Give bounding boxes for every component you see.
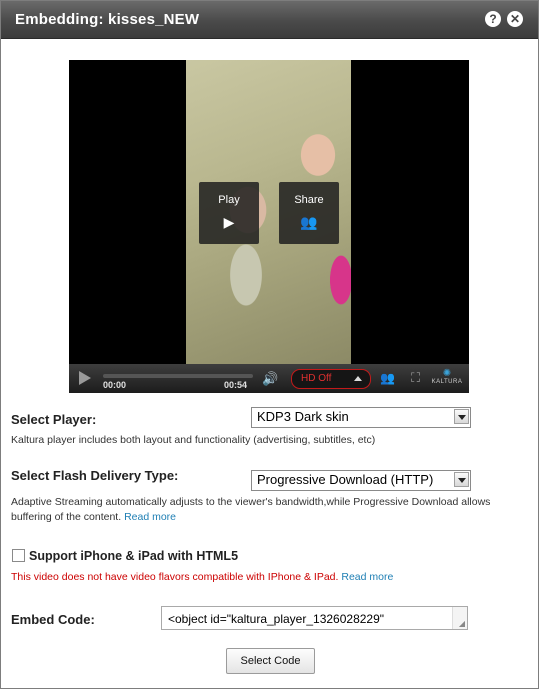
time-current: 00:00 <box>103 380 127 390</box>
chevron-down-icon <box>454 409 469 424</box>
overlay-play-label: Play <box>218 194 240 206</box>
hd-toggle[interactable]: HD Off <box>291 369 371 389</box>
overlay-share-button[interactable]: Share 👥 <box>279 182 339 244</box>
flash-delivery-value: Progressive Download (HTTP) <box>257 472 434 487</box>
html5-warning-text: This video does not have video flavors c… <box>11 571 339 583</box>
kaltura-logo[interactable]: ✺ KALTURA <box>429 368 465 390</box>
chevron-down-icon <box>454 472 469 487</box>
html5-support-label[interactable]: Support iPhone & iPad with HTML5 <box>29 549 238 563</box>
share-icon[interactable]: 👥 <box>380 371 395 385</box>
play-icon[interactable] <box>79 371 91 385</box>
overlay-play-button[interactable]: Play ▶ <box>199 182 259 244</box>
select-player-value: KDP3 Dark skin <box>257 409 349 424</box>
scrubber[interactable] <box>103 374 253 378</box>
embed-code-textarea[interactable]: <object id="kaltura_player_1326028229" ◢ <box>161 606 468 630</box>
dialog-title: Embedding: kisses_NEW <box>15 11 200 28</box>
flash-delivery-read-more-link[interactable]: Read more <box>124 511 176 523</box>
flash-delivery-description-text: Adaptive Streaming automatically adjusts… <box>11 496 491 523</box>
flash-delivery-dropdown[interactable]: Progressive Download (HTTP) <box>251 470 471 491</box>
html5-warning: This video does not have video flavors c… <box>11 571 393 583</box>
flash-delivery-description: Adaptive Streaming automatically adjusts… <box>11 495 531 525</box>
play-icon: ▶ <box>223 214 235 230</box>
select-code-button[interactable]: Select Code <box>226 648 315 674</box>
kaltura-logo-text: KALTURA <box>431 379 463 385</box>
video-player: Play ▶ Share 👥 00:00 00:54 🔊 HD Off 👥 ⛶ … <box>69 60 469 393</box>
html5-read-more-link[interactable]: Read more <box>341 571 393 583</box>
volume-icon[interactable]: 🔊 <box>262 371 278 387</box>
embed-code-label: Embed Code: <box>11 612 95 627</box>
overlay-share-label: Share <box>294 194 324 206</box>
hd-label: HD Off <box>301 373 332 384</box>
html5-support-checkbox[interactable] <box>12 549 25 562</box>
help-icon[interactable]: ? <box>485 11 501 27</box>
flash-delivery-label: Select Flash Delivery Type: <box>11 468 179 483</box>
select-player-dropdown[interactable]: KDP3 Dark skin <box>251 407 471 428</box>
embed-dialog: Embedding: kisses_NEW ? ✕ Play ▶ Share 👥… <box>0 0 539 689</box>
time-total: 00:54 <box>224 380 248 390</box>
close-icon[interactable]: ✕ <box>507 11 523 27</box>
player-controls: 00:00 00:54 🔊 HD Off 👥 ⛶ ✺ KALTURA <box>69 364 469 393</box>
resize-grip-icon[interactable]: ◢ <box>459 620 465 628</box>
select-player-description: Kaltura player includes both layout and … <box>11 434 376 446</box>
embed-code-value: <object id="kaltura_player_1326028229" <box>168 612 385 626</box>
kaltura-logo-icon: ✺ <box>442 368 452 379</box>
dialog-titlebar: Embedding: kisses_NEW ? ✕ <box>1 1 538 39</box>
share-icon: 👥 <box>300 214 318 230</box>
select-player-label: Select Player: <box>11 412 97 427</box>
chevron-up-icon <box>354 376 362 381</box>
fullscreen-icon[interactable]: ⛶ <box>411 370 420 386</box>
